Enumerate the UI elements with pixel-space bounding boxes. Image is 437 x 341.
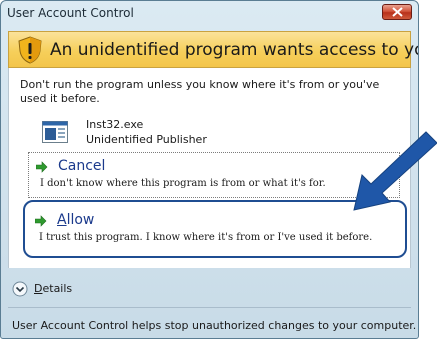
blue-pointer-arrow: [353, 131, 437, 211]
